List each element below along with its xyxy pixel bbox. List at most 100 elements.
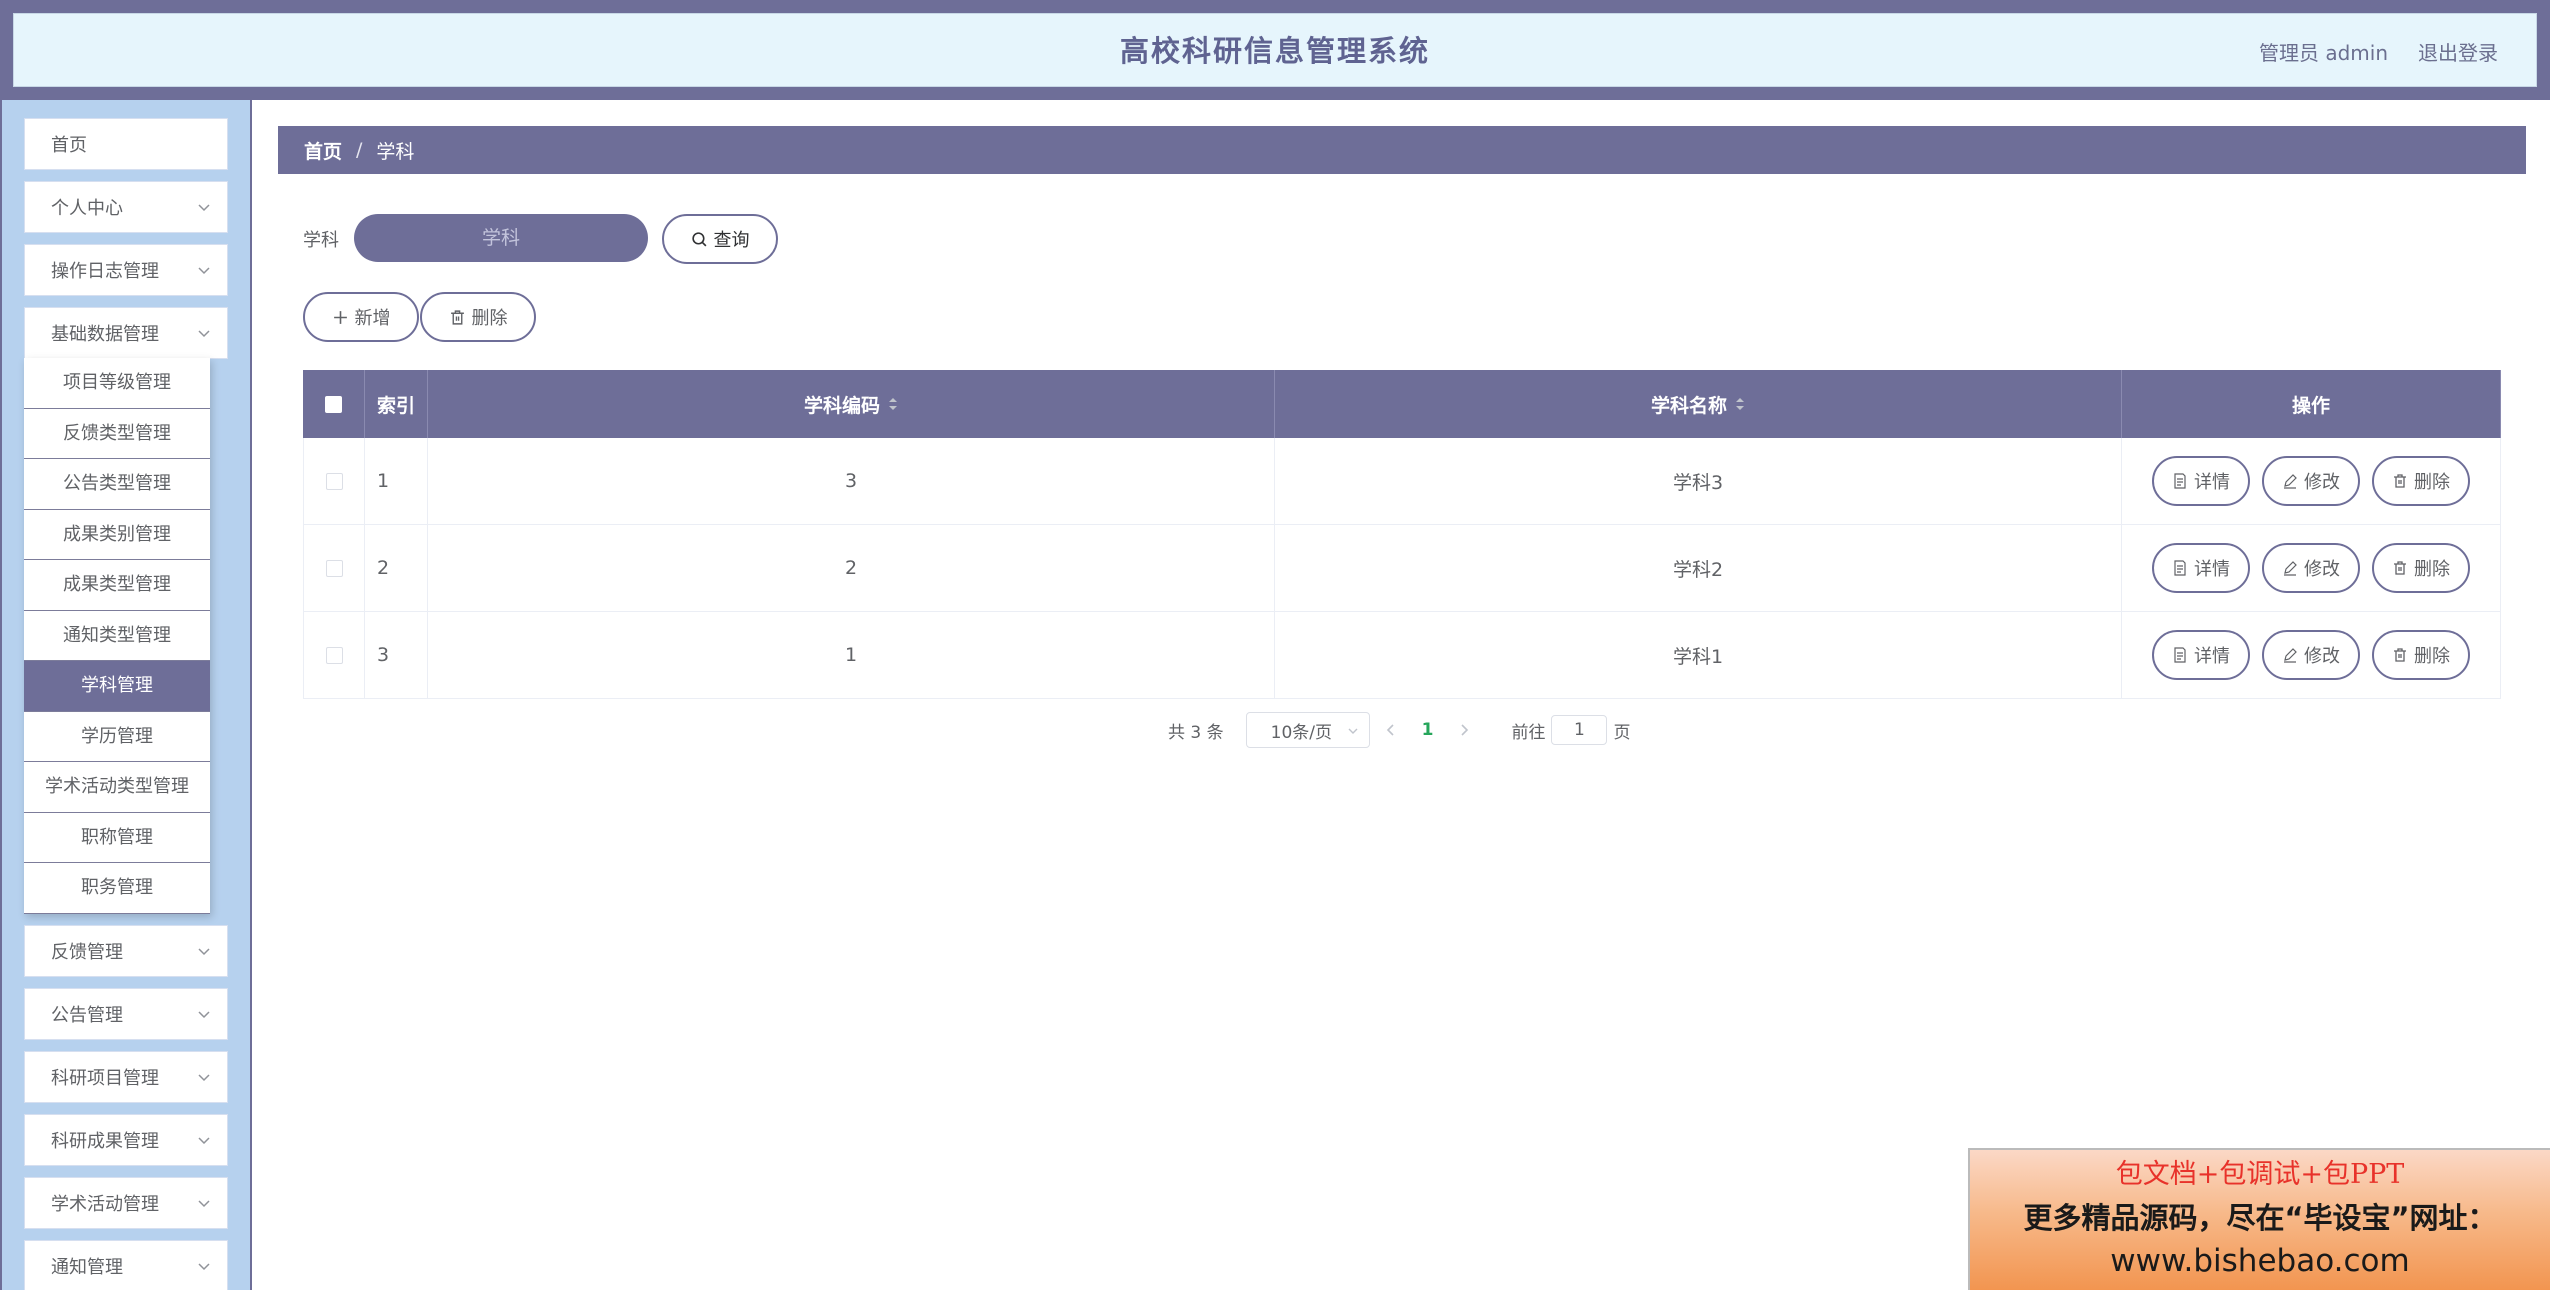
add-button-label: 新增 xyxy=(354,308,391,329)
logout-link[interactable]: 退出登录 xyxy=(2418,37,2498,66)
sidebar-item-home[interactable]: 首页 xyxy=(24,118,228,170)
edit-button[interactable]: 修改 xyxy=(2262,630,2360,680)
row-index: 2 xyxy=(365,525,428,611)
subject-search-input[interactable] xyxy=(354,214,648,262)
sidebar-item-personal-center[interactable]: 个人中心 xyxy=(24,181,228,233)
delete-button[interactable]: 删除 xyxy=(2372,543,2470,593)
row-name: 学科1 xyxy=(1275,612,2122,698)
pagination-total: 共 3 条 xyxy=(1168,722,1224,743)
sidebar-item-basic-data[interactable]: 基础数据管理 xyxy=(24,307,228,359)
row-index: 3 xyxy=(365,612,428,698)
goto-page-input[interactable]: 1 xyxy=(1551,715,1608,745)
table-row: 1 3 学科3 详情 修改 删除 xyxy=(303,438,2501,525)
detail-button[interactable]: 详情 xyxy=(2152,630,2250,680)
header-cell-index: 索引 xyxy=(365,370,428,438)
sidebar-item-label: 学术活动管理 xyxy=(51,1194,159,1215)
chevron-down-icon xyxy=(198,1011,210,1019)
sidebar-item-label: 公告管理 xyxy=(51,1005,123,1026)
sidebar-item-notice[interactable]: 公告管理 xyxy=(24,988,228,1040)
chevron-down-icon xyxy=(198,267,210,275)
sidebar-item-label: 科研项目管理 xyxy=(51,1068,159,1089)
trash-icon xyxy=(450,309,464,325)
next-page-icon[interactable] xyxy=(1457,723,1471,737)
row-code: 1 xyxy=(428,612,1275,698)
goto-suffix: 页 xyxy=(1613,722,1631,743)
prev-page-icon[interactable] xyxy=(1384,723,1398,737)
goto-page: 前往 1 页 xyxy=(1511,715,1630,745)
page-size-value: 10条/页 xyxy=(1270,722,1332,743)
row-select-cell xyxy=(303,438,365,524)
submenu-item-academic-activity-type[interactable]: 学术活动类型管理 xyxy=(24,762,210,813)
plus-icon xyxy=(333,310,347,324)
submenu-item-notification-type[interactable]: 通知类型管理 xyxy=(24,611,210,661)
sidebar-item-operation-log[interactable]: 操作日志管理 xyxy=(24,244,228,296)
promo-line-1: 包文档+包调试+包PPT xyxy=(2115,1159,2405,1190)
detail-button-label: 详情 xyxy=(2194,472,2230,493)
delete-button-label: 删除 xyxy=(2414,646,2450,667)
header-name-label: 学科名称 xyxy=(1650,394,1727,417)
trash-icon xyxy=(2394,474,2406,488)
search-button[interactable]: 查询 xyxy=(662,214,778,264)
submenu-item-achievement-category[interactable]: 成果类别管理 xyxy=(24,510,210,560)
detail-button[interactable]: 详情 xyxy=(2152,456,2250,506)
basic-data-submenu: 项目等级管理 反馈类型管理 公告类型管理 成果类别管理 成果类型管理 通知类型管… xyxy=(24,358,210,914)
submenu-item-position[interactable]: 职务管理 xyxy=(24,863,210,914)
page-number-current[interactable]: 1 xyxy=(1422,720,1434,740)
header-cell-code[interactable]: 学科编码 xyxy=(428,370,1275,438)
sort-icon[interactable] xyxy=(1735,396,1745,412)
header-cell-name[interactable]: 学科名称 xyxy=(1275,370,2122,438)
edit-button[interactable]: 修改 xyxy=(2262,456,2360,506)
select-all-checkbox[interactable] xyxy=(325,395,342,413)
promo-line-3: www.bishebao.com xyxy=(2110,1243,2410,1279)
sidebar-item-academic-activity[interactable]: 学术活动管理 xyxy=(24,1177,228,1229)
chevron-down-icon xyxy=(198,1137,210,1145)
submenu-item-subject[interactable]: 学科管理 xyxy=(24,661,210,712)
document-icon xyxy=(2174,473,2186,489)
trash-icon xyxy=(2394,561,2406,575)
sidebar-item-research-achievement[interactable]: 科研成果管理 xyxy=(24,1114,228,1166)
edit-icon xyxy=(2284,561,2297,576)
submenu-item-education[interactable]: 学历管理 xyxy=(24,712,210,762)
edit-button[interactable]: 修改 xyxy=(2262,543,2360,593)
sidebar-item-feedback[interactable]: 反馈管理 xyxy=(24,925,228,977)
subject-table: 索引 学科编码 学科名称 操作 1 3 学科3 详情 修改 删除 2 2 学科2… xyxy=(303,370,2501,699)
breadcrumb-current: 学科 xyxy=(376,140,415,163)
add-button[interactable]: 新增 xyxy=(303,292,419,342)
subject-filter-label: 学科 xyxy=(303,230,339,251)
row-checkbox[interactable] xyxy=(325,646,343,664)
sidebar-item-notification[interactable]: 通知管理 xyxy=(24,1240,228,1290)
header-code-label: 学科编码 xyxy=(803,394,880,417)
promo-watermark: 包文档+包调试+包PPT 更多精品源码，尽在“毕设宝”网址： www.bishe… xyxy=(1968,1148,2550,1290)
pagination: 共 3 条 10条/页 1 前往 1 页 xyxy=(1168,712,1630,748)
delete-button-label: 删除 xyxy=(2414,472,2450,493)
sidebar-item-research-project[interactable]: 科研项目管理 xyxy=(24,1051,228,1103)
sidebar-item-label: 操作日志管理 xyxy=(51,261,159,282)
delete-button[interactable]: 删除 xyxy=(2372,630,2470,680)
chevron-down-icon xyxy=(198,1263,210,1271)
search-button-label: 查询 xyxy=(713,230,750,251)
chevron-down-icon xyxy=(198,330,210,338)
delete-button[interactable]: 删除 xyxy=(2372,456,2470,506)
breadcrumb-separator: / xyxy=(356,139,363,161)
app-header: 高校科研信息管理系统 管理员 admin 退出登录 xyxy=(13,13,2537,87)
submenu-item-project-level[interactable]: 项目等级管理 xyxy=(24,358,210,409)
edit-button-label: 修改 xyxy=(2304,472,2340,493)
row-checkbox[interactable] xyxy=(325,472,343,490)
search-icon xyxy=(691,231,706,246)
document-icon xyxy=(2174,647,2186,663)
breadcrumb-home[interactable]: 首页 xyxy=(304,137,342,164)
page-size-select[interactable]: 10条/页 xyxy=(1245,712,1370,748)
trash-icon xyxy=(2394,648,2406,662)
batch-delete-button[interactable]: 删除 xyxy=(420,292,536,342)
submenu-item-achievement-type[interactable]: 成果类型管理 xyxy=(24,560,210,611)
detail-button[interactable]: 详情 xyxy=(2152,543,2250,593)
submenu-item-feedback-type[interactable]: 反馈类型管理 xyxy=(24,409,210,459)
sort-icon[interactable] xyxy=(888,396,898,412)
batch-delete-button-label: 删除 xyxy=(471,308,508,329)
submenu-item-title[interactable]: 职称管理 xyxy=(24,813,210,863)
header-user-area: 管理员 admin 退出登录 xyxy=(2259,14,2498,88)
submenu-item-notice-type[interactable]: 公告类型管理 xyxy=(24,459,210,510)
header-cell-select xyxy=(303,370,365,438)
row-checkbox[interactable] xyxy=(325,559,343,577)
row-actions: 详情 修改 删除 xyxy=(2122,525,2501,611)
